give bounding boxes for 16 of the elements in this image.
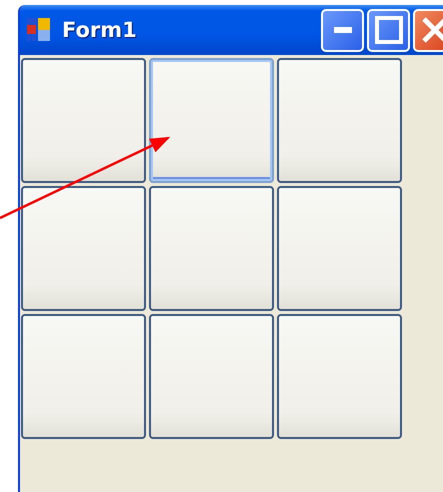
close-icon: [420, 16, 443, 44]
window-title: Form1: [62, 18, 138, 42]
grid-button[interactable]: [277, 58, 402, 183]
grid-button[interactable]: [149, 314, 274, 439]
grid-button[interactable]: [21, 58, 146, 183]
grid-button[interactable]: [277, 314, 402, 439]
grid-button[interactable]: [277, 186, 402, 311]
grid-button[interactable]: [149, 58, 274, 183]
maximize-button[interactable]: [367, 8, 410, 52]
grid-button[interactable]: [149, 186, 274, 311]
minimize-button[interactable]: [321, 8, 364, 52]
grid-button[interactable]: [21, 186, 146, 311]
maximize-icon: [374, 16, 402, 44]
grid-button[interactable]: [21, 314, 146, 439]
minimize-icon: [334, 27, 352, 33]
app-icon: [26, 17, 52, 43]
